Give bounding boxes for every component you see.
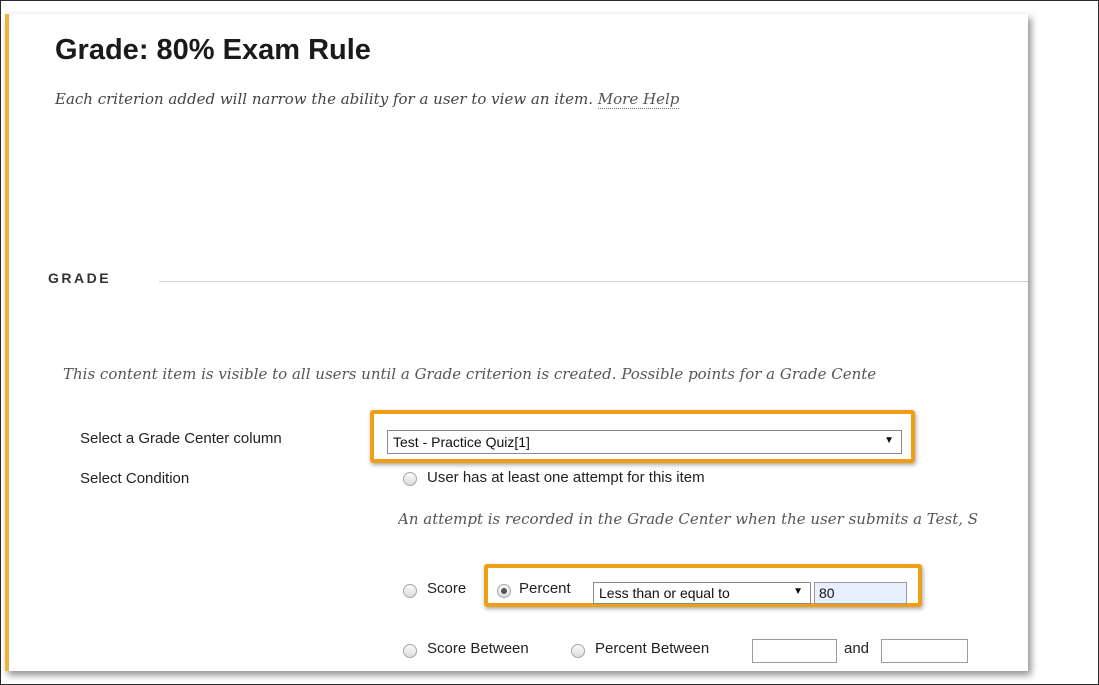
percent-between-max-input[interactable] — [881, 639, 968, 663]
percent-operator-select[interactable]: Less than or equal to ▼ — [593, 582, 811, 604]
attempt-note: An attempt is recorded in the Grade Cent… — [398, 510, 979, 528]
left-accent-stripe — [5, 14, 9, 671]
intro-text: Each criterion added will narrow the abi… — [55, 90, 593, 108]
content-panel: Grade: 80% Exam Rule Each criterion adde… — [5, 14, 1028, 671]
more-help-link[interactable]: More Help — [597, 90, 680, 109]
attempt-radio[interactable] — [403, 472, 417, 486]
attempt-option-label: User has at least one attempt for this i… — [427, 469, 705, 486]
column-select-label: Select a Grade Center column — [80, 430, 282, 447]
dropdown-arrow-icon: ▼ — [884, 435, 894, 446]
percent-between-label: Percent Between — [595, 640, 710, 657]
section-title: GRADE — [48, 270, 112, 286]
grade-section-header: GRADE — [48, 270, 1028, 290]
grade-column-select-value: Test - Practice Quiz[1] — [393, 434, 530, 450]
score-radio[interactable] — [403, 584, 417, 598]
grade-section-note: This content item is visible to all user… — [63, 365, 877, 383]
condition-label: Select Condition — [80, 470, 190, 487]
percent-operator-value: Less than or equal to — [599, 585, 730, 601]
and-label: and — [844, 640, 870, 657]
percent-between-radio[interactable] — [571, 644, 585, 658]
score-between-label: Score Between — [427, 640, 529, 657]
score-option-label: Score — [427, 580, 467, 597]
page-intro: Each criterion added will narrow the abi… — [55, 90, 680, 109]
percent-option-label: Percent — [519, 580, 571, 597]
score-between-radio[interactable] — [403, 644, 417, 658]
section-divider — [159, 281, 1028, 282]
page-title: Grade: 80% Exam Rule — [55, 34, 371, 66]
percent-value-input[interactable] — [814, 582, 907, 604]
grade-column-select[interactable]: Test - Practice Quiz[1] ▼ — [387, 430, 902, 454]
percent-between-min-input[interactable] — [752, 639, 837, 663]
percent-radio[interactable] — [497, 584, 511, 598]
dropdown-arrow-icon: ▼ — [793, 586, 803, 597]
